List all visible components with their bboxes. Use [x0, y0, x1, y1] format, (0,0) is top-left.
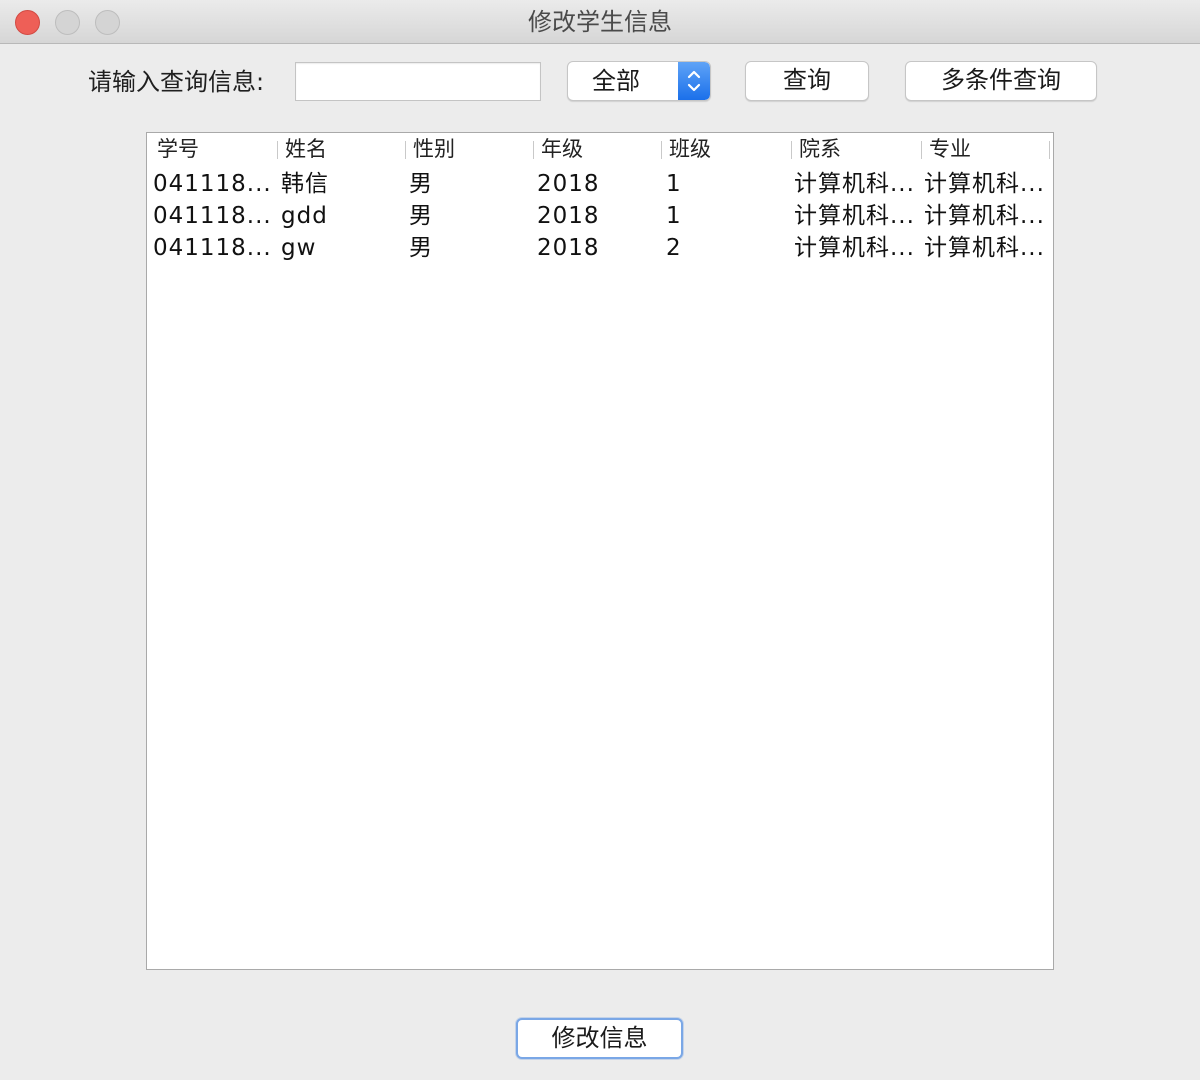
cell-name: gw	[281, 235, 317, 261]
cell-student-id: 041118...	[153, 203, 272, 229]
cell-major: 计算机科...	[924, 203, 1045, 229]
search-label: 请输入查询信息:	[88, 68, 265, 96]
cell-department: 计算机科...	[794, 235, 915, 261]
column-divider	[1049, 141, 1050, 159]
column-header-grade[interactable]: 年级	[533, 133, 661, 166]
multi-condition-query-button[interactable]: 多条件查询	[905, 61, 1097, 101]
column-header-department[interactable]: 院系	[791, 133, 921, 166]
cell-gender: 男	[409, 235, 433, 261]
column-header-student-id[interactable]: 学号	[149, 133, 277, 166]
table-row[interactable]: 041118... gdd 男 2018 1 计算机科... 计算机科...	[147, 200, 1053, 232]
cell-class: 2	[666, 235, 682, 261]
cell-grade: 2018	[537, 235, 600, 261]
cell-grade: 2018	[537, 171, 600, 197]
cell-student-id: 041118...	[153, 171, 272, 197]
column-header-class[interactable]: 班级	[661, 133, 791, 166]
cell-grade: 2018	[537, 203, 600, 229]
cell-class: 1	[666, 171, 682, 197]
cell-department: 计算机科...	[794, 203, 915, 229]
table-row[interactable]: 041118... gw 男 2018 2 计算机科... 计算机科...	[147, 232, 1053, 264]
cell-department: 计算机科...	[794, 171, 915, 197]
window-title: 修改学生信息	[528, 8, 672, 36]
filter-select-value: 全部	[592, 67, 640, 95]
student-table[interactable]: 学号 姓名 性别 年级 班级 院系 专业 041118... 韩信 男 2018…	[146, 132, 1054, 970]
modify-info-button[interactable]: 修改信息	[516, 1018, 683, 1059]
chevron-up-down-icon	[678, 62, 710, 100]
cell-major: 计算机科...	[924, 235, 1045, 261]
cell-major: 计算机科...	[924, 171, 1045, 197]
cell-class: 1	[666, 203, 682, 229]
title-bar: 修改学生信息	[0, 0, 1200, 44]
column-header-major[interactable]: 专业	[921, 133, 1049, 166]
column-header-name[interactable]: 姓名	[277, 133, 405, 166]
cell-student-id: 041118...	[153, 235, 272, 261]
cell-name: gdd	[281, 203, 328, 229]
query-button[interactable]: 查询	[745, 61, 869, 101]
cell-gender: 男	[409, 203, 433, 229]
table-row[interactable]: 041118... 韩信 男 2018 1 计算机科... 计算机科...	[147, 168, 1053, 200]
search-input[interactable]	[295, 62, 541, 101]
filter-select[interactable]: 全部	[567, 61, 711, 101]
cell-name: 韩信	[281, 171, 329, 197]
column-header-gender[interactable]: 性别	[405, 133, 533, 166]
cell-gender: 男	[409, 171, 433, 197]
table-header: 学号 姓名 性别 年级 班级 院系 专业	[147, 133, 1053, 166]
